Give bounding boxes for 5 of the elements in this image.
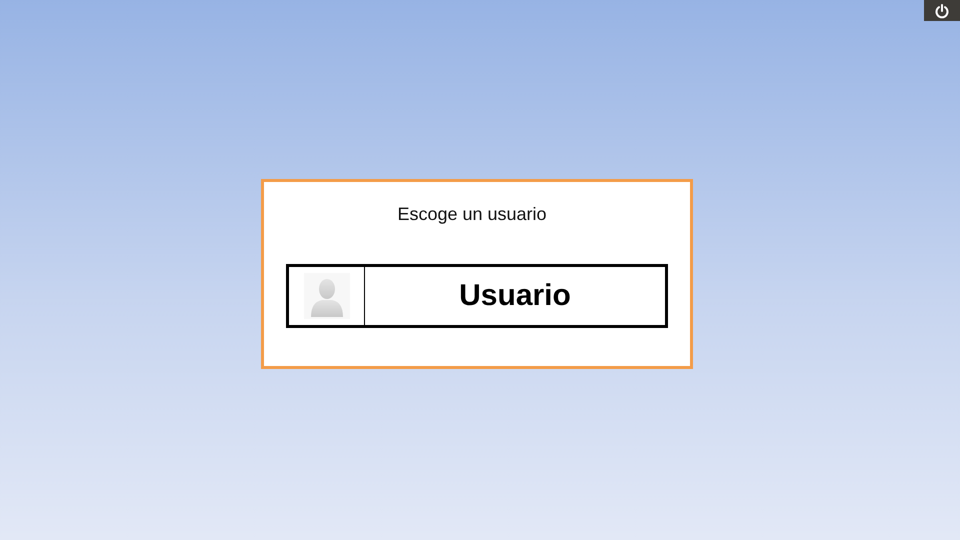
dialog-title: Escoge un usuario [397,204,547,226]
user-button[interactable]: Usuario [286,264,668,328]
avatar-icon [304,273,350,319]
power-button[interactable] [924,0,960,21]
power-icon [934,2,950,18]
